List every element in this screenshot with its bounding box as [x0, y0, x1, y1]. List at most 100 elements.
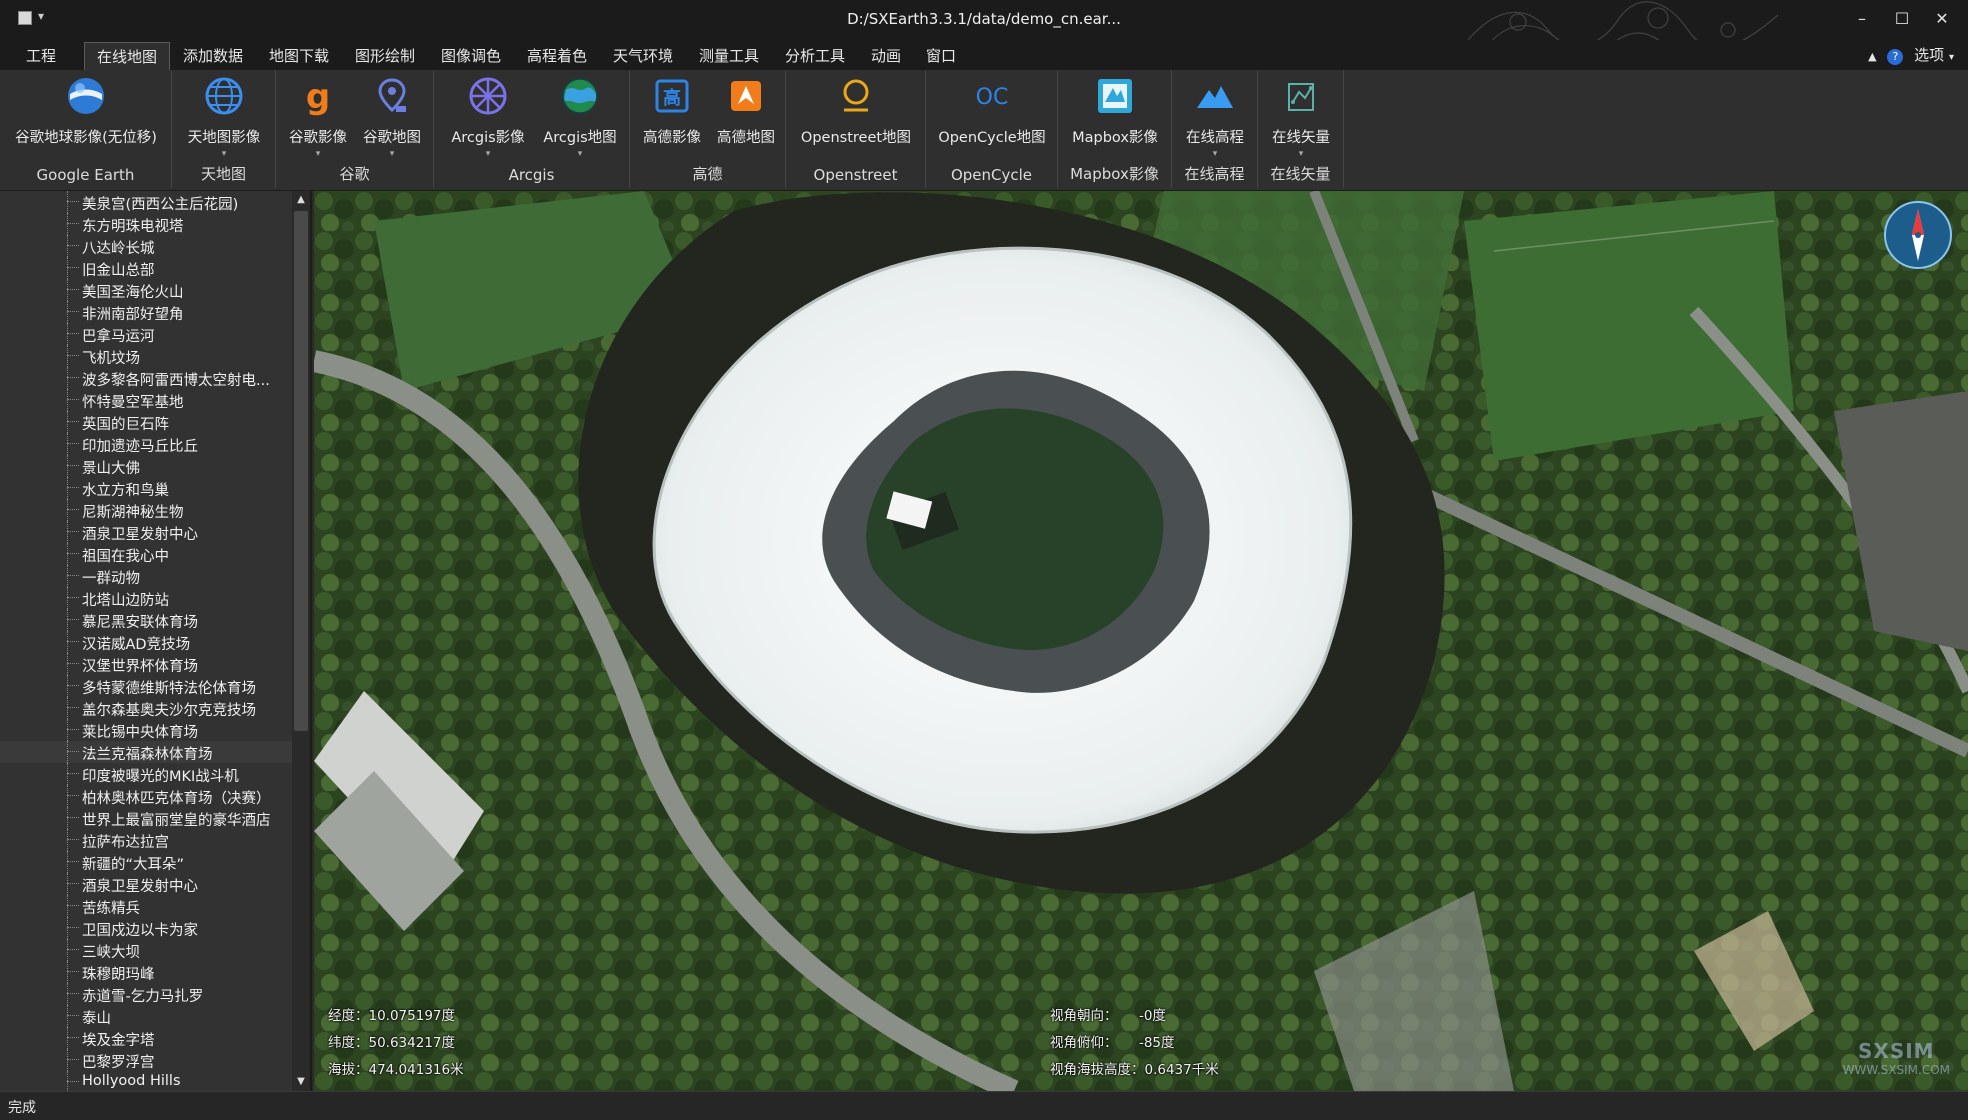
dropdown-arrow-icon[interactable]: ▾ [1262, 149, 1340, 159]
tree-item-label: 埃及金字塔 [82, 1033, 155, 1049]
tab-shape-drawing[interactable]: 图形绘制 [343, 42, 427, 70]
tab-animation[interactable]: 动画 [859, 42, 913, 70]
tree-item-label: 苦练精兵 [82, 901, 140, 917]
tree-item[interactable]: 英国的巨石阵 [0, 411, 292, 433]
tree-item[interactable]: 三峡大坝 [0, 939, 292, 961]
chevron-down-icon[interactable]: ▾ [1949, 52, 1954, 63]
online-vector-button[interactable]: 在线矢量 ▾ [1262, 74, 1340, 159]
dropdown-arrow-icon[interactable]: ▾ [180, 149, 268, 159]
tab-map-download[interactable]: 地图下载 [257, 42, 341, 70]
close-button[interactable]: ✕ [1924, 6, 1960, 32]
tree-item[interactable]: 慕尼黑安联体育场 [0, 609, 292, 631]
tree-item[interactable]: 美国圣海伦火山 [0, 279, 292, 301]
opencycle-map-button[interactable]: OC OpenCycle地图 [932, 74, 1052, 156]
tree-item-label: 波多黎各阿雷西博太空射电... [82, 373, 270, 389]
tree-item[interactable]: 一群动物 [0, 565, 292, 587]
tree-item[interactable]: 东方明珠电视塔 [0, 213, 292, 235]
group-label: Mapbox影像 [1070, 165, 1159, 183]
options-menu[interactable]: 选项 [1914, 46, 1944, 64]
tree-item[interactable]: 汉堡世界杯体育场 [0, 653, 292, 675]
tree-item[interactable]: 旧金山总部 [0, 257, 292, 279]
tab-project[interactable]: 工程 [14, 42, 68, 70]
tree-item[interactable]: 汉诺威AD竞技场 [0, 631, 292, 653]
tree-item[interactable]: 苦练精兵 [0, 895, 292, 917]
google-earth-imagery-button[interactable]: 谷歌地球影像(无位移) [8, 74, 164, 156]
scroll-thumb[interactable] [294, 211, 308, 731]
tree-item[interactable]: 赤道雪-乞力马扎罗 [0, 983, 292, 1005]
tree-item[interactable]: 埃及金字塔 [0, 1027, 292, 1049]
openstreet-map-button[interactable]: Openstreet地图 [792, 74, 920, 156]
dropdown-arrow-icon[interactable]: ▾ [356, 149, 428, 159]
mapbox-imagery-button[interactable]: Mapbox影像 [1064, 74, 1166, 156]
dropdown-arrow-icon[interactable]: ▾ [444, 149, 532, 159]
tree-scrollbar[interactable]: ▲ ▼ [292, 191, 310, 1091]
dropdown-arrow-icon[interactable]: ▾ [282, 149, 354, 159]
tree-item[interactable]: 印度被曝光的MKI战斗机 [0, 763, 292, 785]
tree-item[interactable]: 泰山 [0, 1005, 292, 1027]
arcgis-imagery-button[interactable]: Arcgis影像 ▾ [444, 74, 532, 159]
tree-item[interactable]: 酒泉卫星发射中心 [0, 521, 292, 543]
tree-item[interactable]: 巴拿马运河 [0, 323, 292, 345]
tree-item[interactable]: 八达岭长城 [0, 235, 292, 257]
arcgis-map-button[interactable]: Arcgis地图 ▾ [536, 74, 624, 159]
dropdown-arrow-icon[interactable]: ▾ [536, 149, 624, 159]
tree-item[interactable]: 巴黎罗浮宫 [0, 1049, 292, 1071]
tree-item[interactable]: 印加遗迹马丘比丘 [0, 433, 292, 455]
tree-item[interactable]: 柏林奥林匹克体育场（决赛） [0, 785, 292, 807]
tree-item-label: 印度被曝光的MKI战斗机 [82, 769, 239, 785]
latitude-readout: 纬度：50.634217度 [328, 1035, 456, 1051]
tab-measure-tools[interactable]: 测量工具 [687, 42, 771, 70]
tree-item[interactable]: 祖国在我心中 [0, 543, 292, 565]
tab-elevation-shading[interactable]: 高程着色 [515, 42, 599, 70]
dropdown-arrow-icon[interactable]: ▾ [1176, 149, 1254, 159]
watermark-logo: SXSIM [1858, 1039, 1935, 1063]
tab-online-map[interactable]: 在线地图 [84, 42, 171, 70]
google-map-button[interactable]: 谷歌地图 ▾ [356, 74, 428, 159]
scroll-down-icon[interactable]: ▼ [292, 1073, 310, 1091]
tree-item[interactable]: 尼斯湖神秘生物 [0, 499, 292, 521]
tree-connector-branch [67, 465, 79, 467]
tree-item[interactable]: 世界上最富丽堂皇的豪华酒店 [0, 807, 292, 829]
tree-item[interactable]: 美泉宫(西西公主后花园) [0, 191, 292, 213]
tab-window[interactable]: 窗口 [914, 42, 968, 70]
tab-image-color[interactable]: 图像调色 [429, 42, 513, 70]
tree-connector-branch [67, 531, 79, 533]
tree-item[interactable]: 水立方和鸟巢 [0, 477, 292, 499]
tab-add-data[interactable]: 添加数据 [171, 42, 255, 70]
tree-item[interactable]: 非洲南部好望角 [0, 301, 292, 323]
tab-weather[interactable]: 天气环境 [601, 42, 685, 70]
tree-item[interactable]: 莱比锡中央体育场 [0, 719, 292, 741]
collapse-ribbon-icon[interactable]: ▲ [1868, 50, 1876, 63]
button-label: Mapbox影像 [1072, 130, 1158, 146]
tree-item[interactable]: 飞机坟场 [0, 345, 292, 367]
tree-item[interactable]: 新疆的“大耳朵” [0, 851, 292, 873]
tree-item-label: 北塔山边防站 [82, 593, 169, 609]
gaode-map-button[interactable]: 高德地图 [710, 74, 782, 156]
minimize-button[interactable]: – [1844, 6, 1880, 32]
tree-item[interactable]: 怀特曼空军基地 [0, 389, 292, 411]
tree-item[interactable]: 北塔山边防站 [0, 587, 292, 609]
scroll-up-icon[interactable]: ▲ [292, 191, 310, 209]
tree-item[interactable]: 盖尔森基奥夫沙尔克竞技场 [0, 697, 292, 719]
tree-item[interactable]: 酒泉卫星发射中心 [0, 873, 292, 895]
map-view[interactable]: 经度：10.075197度 纬度：50.634217度 海拔：474.04131… [314, 191, 1968, 1091]
tree-item[interactable]: 拉萨布达拉宫 [0, 829, 292, 851]
tianditu-imagery-button[interactable]: 天地图影像 ▾ [180, 74, 268, 159]
tree-item[interactable]: Hollyood Hills [0, 1071, 292, 1091]
tree-item[interactable]: 景山大佛 [0, 455, 292, 477]
tree-item[interactable]: 珠穆朗玛峰 [0, 961, 292, 983]
tree-connector-branch [67, 817, 79, 819]
tree-item[interactable]: 卫国戍边以卡为家 [0, 917, 292, 939]
tree-item[interactable]: 法兰克福森林体育场 [0, 741, 292, 763]
tree-item[interactable]: 多特蒙德维斯特法伦体育场 [0, 675, 292, 697]
button-label: Arcgis影像 [451, 130, 525, 146]
online-elevation-button[interactable]: 在线高程 ▾ [1176, 74, 1254, 159]
tab-analysis-tools[interactable]: 分析工具 [773, 42, 857, 70]
compass-icon[interactable] [1882, 199, 1954, 271]
google-imagery-button[interactable]: g 谷歌影像 ▾ [282, 74, 354, 159]
maximize-button[interactable]: ☐ [1884, 6, 1920, 32]
gaode-imagery-button[interactable]: 高 高德影像 [636, 74, 708, 156]
help-icon[interactable]: ? [1887, 49, 1904, 65]
group-label: 在线矢量 [1270, 165, 1331, 183]
tree-item[interactable]: 波多黎各阿雷西博太空射电... [0, 367, 292, 389]
